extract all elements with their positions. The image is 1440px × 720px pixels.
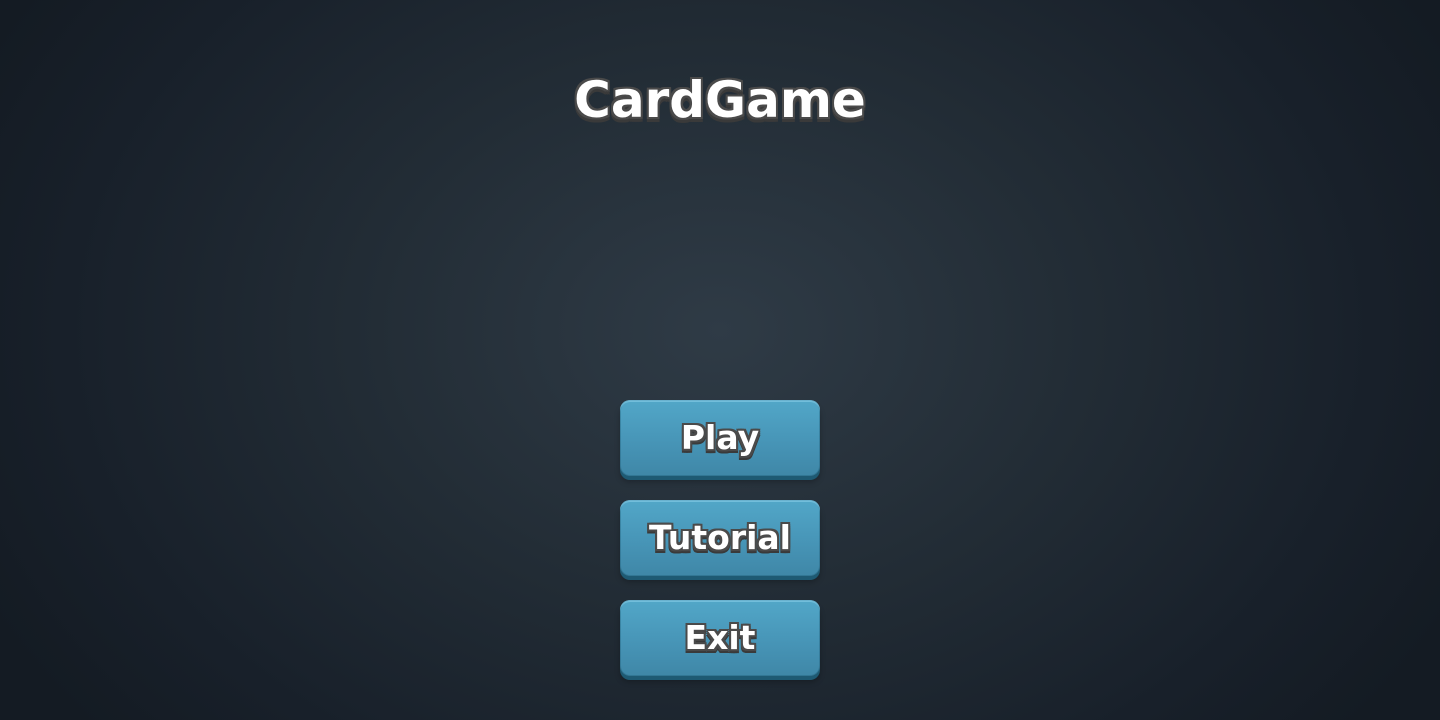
game-title: CardGame: [574, 71, 866, 129]
main-menu-screen: CardGame Play Tutorial Exit: [0, 0, 1440, 720]
tutorial-button-label: Tutorial: [649, 518, 791, 557]
tutorial-button[interactable]: Tutorial: [620, 500, 820, 576]
play-button-label: Play: [680, 418, 760, 457]
exit-button-label: Exit: [684, 618, 756, 657]
play-button[interactable]: Play: [620, 400, 820, 476]
main-menu: Play Tutorial Exit: [620, 400, 820, 676]
exit-button[interactable]: Exit: [620, 600, 820, 676]
